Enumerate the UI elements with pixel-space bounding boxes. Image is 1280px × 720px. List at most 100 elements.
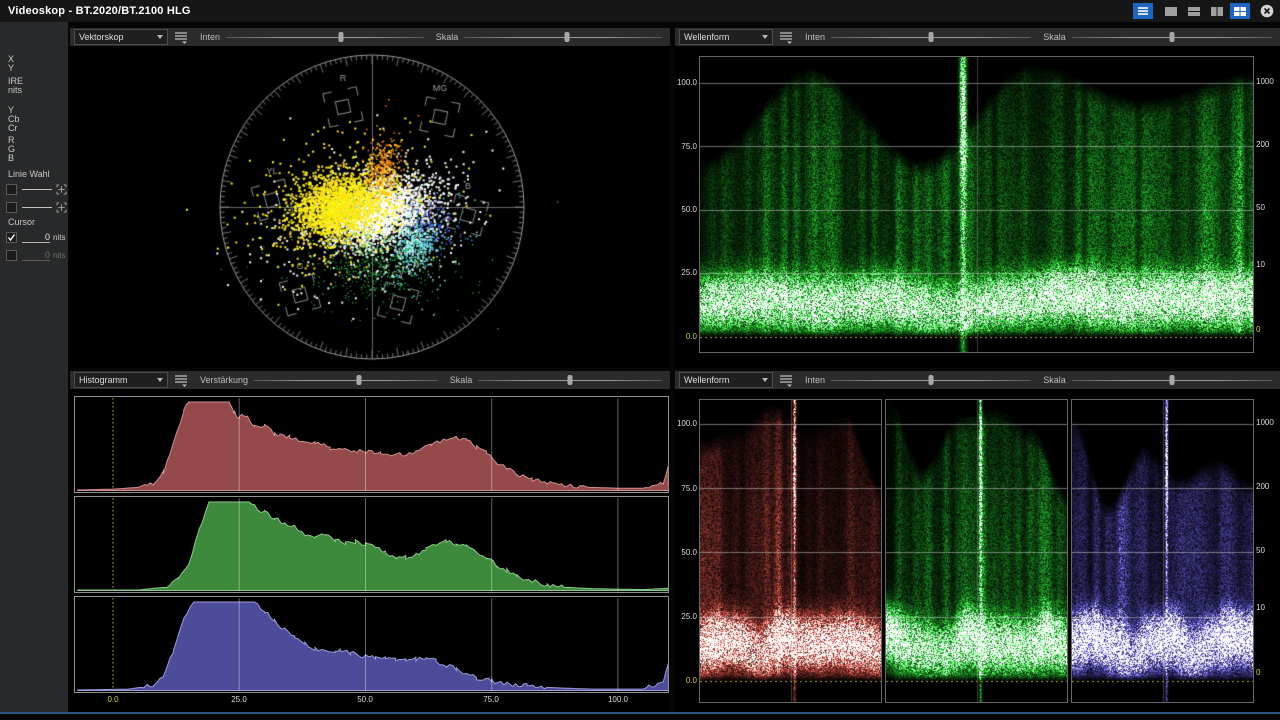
window-title: Videoskop - BT.2020/BT.2100 HLG (8, 5, 191, 17)
window-bottom-border (0, 712, 1280, 714)
line-select-label: Linie Wahl (8, 170, 50, 179)
x-tick-25: 25.0 (219, 695, 259, 704)
line2-checkbox[interactable] (6, 202, 17, 213)
y-tick-100: 100.0 (676, 78, 697, 88)
slider-track (254, 380, 438, 381)
layout-single-button[interactable] (1161, 3, 1181, 19)
vectorscope-options-icon[interactable] (174, 31, 188, 44)
cursor2-value-field[interactable]: 0 (22, 250, 50, 261)
layout-columns-button[interactable] (1207, 3, 1227, 19)
waveform-luma-plot (700, 57, 1253, 352)
label-nits: nits (8, 86, 23, 95)
slider-thumb[interactable] (929, 32, 934, 42)
y-tick-75: 75.0 (676, 142, 697, 152)
waveform-rgb-skala-slider[interactable] (1072, 374, 1272, 386)
inten-label: Inten (805, 375, 825, 385)
cursor1-checkbox[interactable] (6, 232, 17, 243)
nits-tick-50: 50 (1256, 546, 1265, 556)
x-tick-50: 50.0 (345, 695, 385, 704)
y-tick-0: 0.0 (676, 332, 697, 342)
waveform-rgb-mode-value: Wellenform (684, 375, 729, 385)
close-button[interactable] (1258, 3, 1276, 19)
panel-waveform-luma: Wellenform Inten Skala 100.0 75.0 50.0 2… (675, 28, 1280, 368)
cursor-row-1: 0 nits (6, 231, 65, 243)
nits-tick-200: 200 (1256, 482, 1269, 492)
layout-rows-icon (1187, 6, 1201, 17)
line1-style-preview (22, 189, 52, 190)
layout-rows-button[interactable] (1184, 3, 1204, 19)
cursor1-value-field[interactable]: 0 (22, 232, 50, 243)
titlebar-buttons (1133, 0, 1276, 22)
readout-xy: X Y (8, 55, 14, 73)
line1-crosshair-picker-icon[interactable] (56, 184, 67, 195)
chevron-down-icon (157, 35, 163, 39)
cursor-label: Cursor (8, 218, 35, 227)
cursor-row-2: 0 nits (6, 249, 65, 261)
slider-track (464, 37, 662, 38)
menu-icon (1137, 6, 1149, 16)
waveform-rgb-options-icon[interactable] (779, 374, 793, 387)
nits-tick-0: 0 (1256, 325, 1260, 335)
nits-tick-200: 200 (1256, 140, 1269, 150)
chevron-down-icon (762, 35, 768, 39)
skala-label: Skala (1043, 375, 1066, 385)
vectorscope-mode-value: Vektorskop (79, 32, 124, 42)
slider-thumb[interactable] (338, 32, 343, 42)
slider-thumb[interactable] (565, 32, 570, 42)
nits-tick-10: 10 (1256, 260, 1265, 270)
histogram-skala-slider[interactable] (478, 374, 662, 386)
line-select-row-1 (6, 183, 67, 195)
readout-ycbcr: Y Cb Cr (8, 106, 20, 133)
histogram-options-icon[interactable] (174, 374, 188, 387)
parade-red-plot (700, 400, 881, 702)
waveform-rgb-mode-dropdown[interactable]: Wellenform (679, 372, 773, 388)
vectorscope-mode-dropdown[interactable]: Vektorskop (74, 29, 168, 45)
waveform-luma-mode-dropdown[interactable]: Wellenform (679, 29, 773, 45)
y-tick-75: 75.0 (676, 484, 697, 494)
histogram-mode-dropdown[interactable]: Histogramm (74, 372, 168, 388)
x-tick-75: 75.0 (471, 695, 511, 704)
waveform-luma-options-icon[interactable] (779, 31, 793, 44)
cursor1-unit: nits (53, 233, 65, 242)
line2-crosshair-picker-icon[interactable] (56, 202, 67, 213)
waveform-rgb-header: Wellenform Inten Skala (675, 371, 1280, 389)
waveform-luma-skala-slider[interactable] (1072, 31, 1272, 43)
slider-thumb[interactable] (568, 375, 573, 385)
menu-button[interactable] (1133, 3, 1153, 19)
label-cr: Cr (8, 124, 20, 133)
histogram-gain-slider[interactable] (254, 374, 438, 386)
readout-units: IRE nits (8, 77, 23, 95)
vectorscope-plot (70, 46, 670, 368)
vectorscope-skala-slider[interactable] (464, 31, 662, 43)
slider-thumb[interactable] (1169, 32, 1174, 42)
close-icon (1260, 4, 1274, 18)
label-y: Y (8, 64, 14, 73)
slider-thumb[interactable] (1169, 375, 1174, 385)
panel-waveform-rgb: Wellenform Inten Skala 100.0 75.0 50.0 2… (675, 371, 1280, 713)
histogram-blue-plot (75, 597, 668, 692)
x-tick-100: 100.0 (598, 695, 638, 704)
line2-style-preview (22, 207, 52, 208)
line-select-row-2 (6, 201, 67, 213)
y-tick-50: 50.0 (676, 548, 697, 558)
histogram-mode-value: Histogramm (79, 375, 128, 385)
label-b: B (8, 154, 15, 163)
layout-quad-button[interactable] (1230, 3, 1250, 19)
layout-columns-icon (1210, 6, 1224, 17)
slider-thumb[interactable] (929, 375, 934, 385)
layout-single-icon (1164, 6, 1178, 17)
parade-green-plot (886, 400, 1067, 702)
waveform-luma-inten-slider[interactable] (831, 31, 1031, 43)
waveform-rgb-inten-slider[interactable] (831, 374, 1031, 386)
readout-rgb: R G B (8, 136, 15, 163)
layout-quad-icon (1233, 6, 1247, 17)
slider-thumb[interactable] (356, 375, 361, 385)
nits-tick-0: 0 (1256, 668, 1260, 678)
histogram-red-plot (75, 397, 668, 492)
gain-label: Verstärkung (200, 375, 248, 385)
vectorscope-inten-slider[interactable] (226, 31, 424, 43)
histogram-body: 0.0 25.0 50.0 75.0 100.0 (70, 389, 670, 713)
line1-checkbox[interactable] (6, 184, 17, 195)
cursor2-checkbox[interactable] (6, 250, 17, 261)
nits-tick-1000: 1000 (1256, 418, 1274, 428)
